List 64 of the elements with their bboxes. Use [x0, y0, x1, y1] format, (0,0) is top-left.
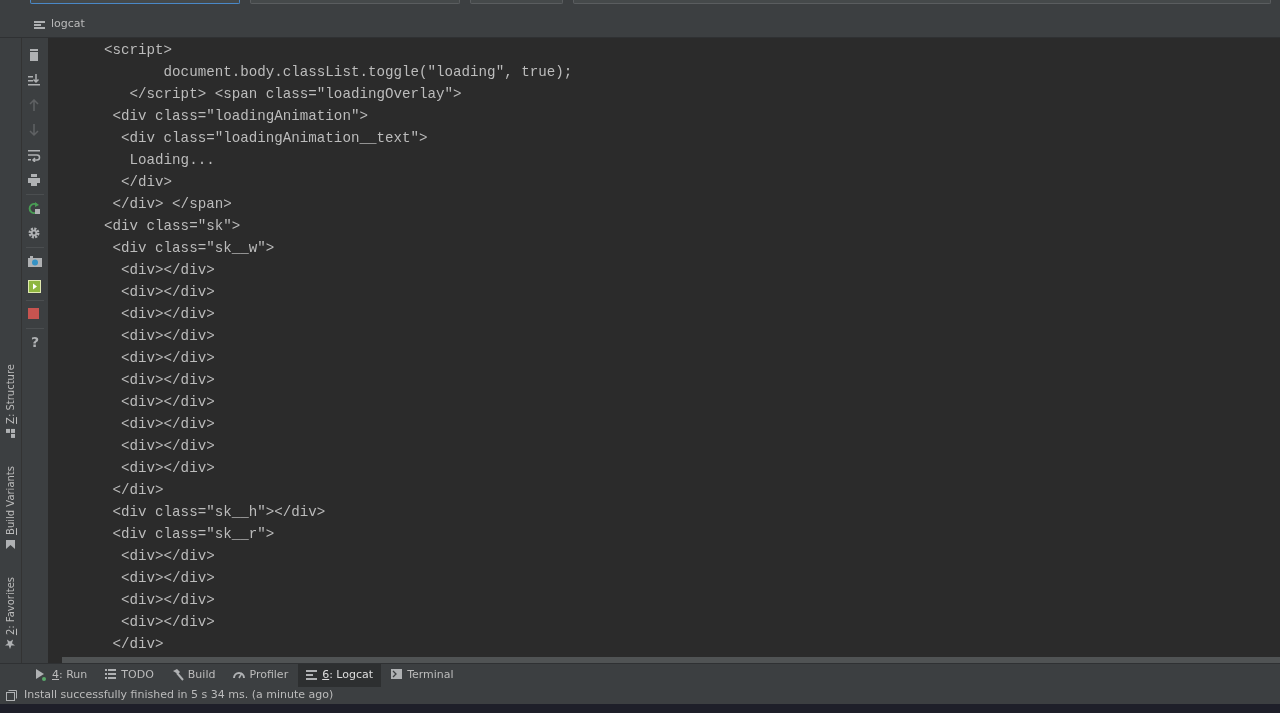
side-tab-label: Build Variants [4, 465, 17, 535]
tool-window-tab[interactable]: 4: Run [28, 663, 96, 687]
log-line: <div></div> [120, 415, 216, 434]
log-line: <div></div> [120, 437, 216, 456]
play-icon [36, 669, 48, 681]
log-line: </div> [111, 635, 165, 654]
log-line: <div></div> [120, 305, 216, 324]
tool-window-tab[interactable]: TODO [97, 663, 162, 687]
printer-icon[interactable] [28, 173, 42, 187]
help-button[interactable]: ? [25, 332, 45, 352]
log-line: <script> [103, 41, 174, 60]
tool-window-tab[interactable]: Terminal [383, 663, 462, 687]
camera-icon[interactable] [28, 254, 42, 268]
gear-icon[interactable] [28, 226, 42, 240]
tool-window-tab[interactable]: Profiler [225, 663, 297, 687]
log-line: <div></div> [120, 459, 216, 478]
lines-icon [34, 20, 46, 29]
log-line: <div class="sk__h"></div> [111, 503, 327, 522]
log-line: <div></div> [120, 547, 216, 566]
search-field[interactable] [30, 0, 240, 4]
log-line: <div class="sk"> [103, 217, 242, 236]
side-tab-label: Z: Structure [4, 364, 17, 424]
stop-icon[interactable] [28, 307, 42, 321]
log-line: <div></div> [120, 283, 216, 302]
log-line: <div class="loadingAnimation"> [111, 107, 369, 126]
lines-icon [306, 669, 319, 681]
tool-window-tab[interactable]: 6: Logcat [298, 663, 382, 687]
side-tab[interactable]: Build Variants [3, 465, 18, 549]
panel-title: logcat [51, 16, 85, 33]
structure-icon [5, 427, 16, 438]
tool-window-tab[interactable]: Build [163, 663, 224, 687]
log-line: <div></div> [120, 327, 216, 346]
gauge-icon [233, 669, 246, 681]
log-line: </script> <span class="loadingOverlay"> [128, 85, 463, 104]
log-line: <div></div> [120, 261, 216, 280]
side-tab[interactable]: Z: Structure [3, 364, 18, 438]
log-line: </div> </span> [111, 195, 233, 214]
restart-icon[interactable] [28, 201, 42, 215]
log-line: <div></div> [120, 569, 216, 588]
star-icon [5, 639, 16, 649]
list-icon [105, 669, 118, 681]
side-tab[interactable]: 2: Favorites [3, 576, 18, 649]
hammer-icon [171, 669, 184, 681]
log-line: <div></div> [120, 591, 216, 610]
log-line: <div></div> [120, 349, 216, 368]
terminal-icon [391, 669, 404, 681]
log-line: <div></div> [120, 613, 216, 632]
scroll-to-end-icon[interactable] [28, 73, 42, 87]
log-line: <div class="loadingAnimation__text"> [120, 129, 429, 148]
status-message: Install successfully finished in 5 s 34 ms. (a minute ago) [24, 686, 334, 703]
log-line: </div> [111, 481, 165, 500]
record-video-icon[interactable] [28, 279, 42, 293]
scrollbar-thumb[interactable] [62, 657, 1280, 663]
windows-icon [6, 689, 17, 701]
soft-wrap-icon[interactable] [28, 148, 42, 162]
bookmark-icon [5, 538, 16, 549]
log-line: <div class="sk__r"> [111, 525, 276, 544]
log-line: </div> [120, 173, 174, 192]
log-line: <div></div> [120, 393, 216, 412]
side-tab-label: 2: Favorites [4, 576, 17, 635]
log-line: <div class="sk__w"> [111, 239, 276, 258]
log-line: <div></div> [120, 371, 216, 390]
log-line: document.body.classList.toggle("loading", true); [162, 63, 574, 82]
log-line: Loading... [128, 151, 216, 170]
